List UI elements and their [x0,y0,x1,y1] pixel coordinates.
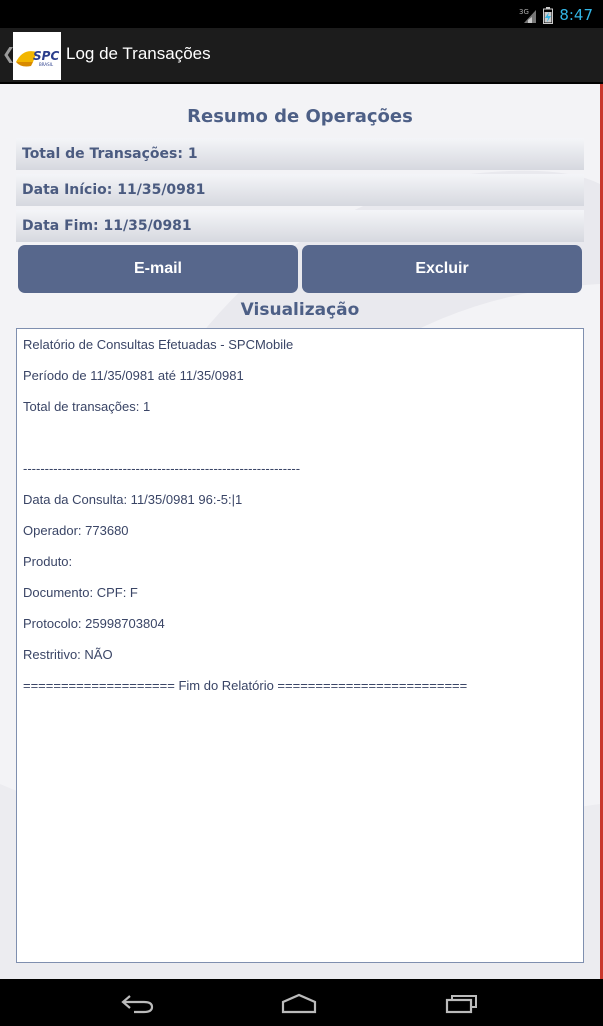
spc-logo-icon: SPC BRASIL [16,49,59,67]
report-line: Data da Consulta: 11/35/0981 96:-5:|1 [23,492,243,507]
end-date-row: Data Fim: 11/35/0981 [16,210,584,242]
status-icons: 3G 8:47 [519,4,593,26]
action-bar: ❮ SPC BRASIL Log de Transações [0,28,603,84]
recent-apps-icon [445,995,477,1014]
recent-apps-button[interactable] [432,987,492,1019]
report-footer: ==================== Fim do Relatório ==… [23,678,468,693]
delete-button[interactable]: Excluir [302,245,582,293]
spc-logo[interactable]: SPC BRASIL [13,32,61,80]
report-line: Documento: CPF: F [23,585,138,600]
main-content: Resumo de Operações Total de Transações:… [0,84,600,979]
network-type-label: 3G [519,8,529,16]
home-icon [281,993,317,1014]
total-transactions-row: Total de Transações: 1 [16,138,584,170]
report-view[interactable]: Relatório de Consultas Efetuadas - SPCMo… [16,328,584,963]
battery-icon [543,6,554,24]
logo-text: SPC [33,49,59,63]
report-line: Protocolo: 25998703804 [23,616,165,631]
summary-title: Resumo de Operações [187,106,413,127]
status-bar: 3G 8:47 [0,0,603,28]
report-line: Relatório de Consultas Efetuadas - SPCMo… [23,337,294,352]
report-line: Produto: [23,554,73,569]
visualization-title: Visualização [240,300,360,320]
report-divider: ----------------------------------------… [23,461,301,476]
report-line: Restritivo: NÃO [23,647,113,662]
logo-subtext: BRASIL [39,62,54,67]
back-icon [121,995,154,1014]
report-line: Período de 11/35/0981 até 11/35/0981 [23,368,244,383]
back-button[interactable] [108,987,168,1019]
navigation-bar [0,979,603,1026]
start-date-row: Data Início: 11/35/0981 [16,174,584,206]
clock: 8:47 [559,6,593,24]
email-button[interactable]: E-mail [18,245,298,293]
home-button[interactable] [269,987,329,1019]
page-title: Log de Transações [66,44,211,63]
report-line: Total de transações: 1 [23,399,151,414]
signal-icon: 3G [519,8,537,23]
report-line: Operador: 773680 [23,523,129,538]
